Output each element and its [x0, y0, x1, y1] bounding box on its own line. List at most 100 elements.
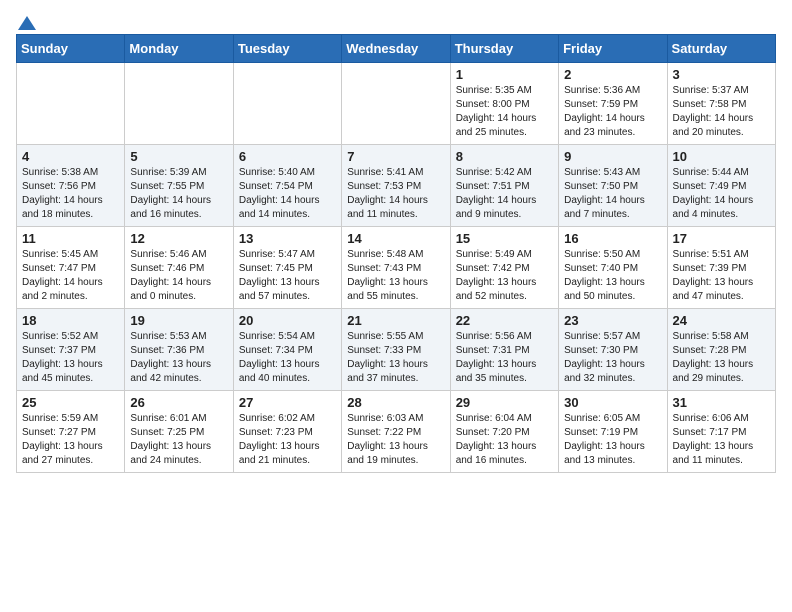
cell-text: Sunrise: 5:56 AM [456, 330, 553, 344]
cell-text: Daylight: 13 hours [673, 358, 770, 372]
day-number: 10 [673, 149, 770, 164]
cell-text: Sunset: 7:51 PM [456, 180, 553, 194]
cell-text: Sunrise: 5:35 AM [456, 84, 553, 98]
calendar-cell: 22Sunrise: 5:56 AMSunset: 7:31 PMDayligh… [450, 309, 558, 391]
day-number: 25 [22, 395, 119, 410]
cell-text: Daylight: 14 hours [239, 194, 336, 208]
cell-text: and 20 minutes. [673, 126, 770, 140]
logo-icon [18, 16, 36, 30]
calendar-cell: 30Sunrise: 6:05 AMSunset: 7:19 PMDayligh… [559, 391, 667, 473]
calendar-cell: 21Sunrise: 5:55 AMSunset: 7:33 PMDayligh… [342, 309, 450, 391]
calendar-week-row: 4Sunrise: 5:38 AMSunset: 7:56 PMDaylight… [17, 145, 776, 227]
cell-text: Sunrise: 5:49 AM [456, 248, 553, 262]
cell-text: Daylight: 13 hours [456, 276, 553, 290]
cell-text: and 55 minutes. [347, 290, 444, 304]
calendar-week-row: 11Sunrise: 5:45 AMSunset: 7:47 PMDayligh… [17, 227, 776, 309]
cell-text: Sunset: 7:49 PM [673, 180, 770, 194]
calendar-cell: 10Sunrise: 5:44 AMSunset: 7:49 PMDayligh… [667, 145, 775, 227]
day-number: 5 [130, 149, 227, 164]
cell-text: Sunset: 7:50 PM [564, 180, 661, 194]
cell-text: Sunset: 7:20 PM [456, 426, 553, 440]
cell-text: and 47 minutes. [673, 290, 770, 304]
cell-text: Sunset: 7:53 PM [347, 180, 444, 194]
day-number: 4 [22, 149, 119, 164]
cell-text: Sunset: 7:40 PM [564, 262, 661, 276]
day-number: 9 [564, 149, 661, 164]
cell-text: and 50 minutes. [564, 290, 661, 304]
cell-text: Daylight: 14 hours [22, 194, 119, 208]
cell-text: Sunset: 7:56 PM [22, 180, 119, 194]
cell-text: Daylight: 14 hours [564, 194, 661, 208]
day-number: 8 [456, 149, 553, 164]
day-number: 2 [564, 67, 661, 82]
day-number: 29 [456, 395, 553, 410]
calendar-cell: 24Sunrise: 5:58 AMSunset: 7:28 PMDayligh… [667, 309, 775, 391]
cell-text: and 40 minutes. [239, 372, 336, 386]
cell-text: Sunrise: 5:38 AM [22, 166, 119, 180]
cell-text: Sunrise: 6:04 AM [456, 412, 553, 426]
cell-text: Daylight: 13 hours [456, 440, 553, 454]
weekday-header: Wednesday [342, 35, 450, 63]
cell-text: Sunrise: 5:36 AM [564, 84, 661, 98]
weekday-header: Saturday [667, 35, 775, 63]
cell-text: and 37 minutes. [347, 372, 444, 386]
day-number: 21 [347, 313, 444, 328]
cell-text: Sunset: 7:19 PM [564, 426, 661, 440]
cell-text: and 32 minutes. [564, 372, 661, 386]
day-number: 18 [22, 313, 119, 328]
day-number: 15 [456, 231, 553, 246]
calendar-cell [125, 63, 233, 145]
cell-text: Sunrise: 5:48 AM [347, 248, 444, 262]
calendar-week-row: 25Sunrise: 5:59 AMSunset: 7:27 PMDayligh… [17, 391, 776, 473]
cell-text: and 24 minutes. [130, 454, 227, 468]
cell-text: Sunrise: 5:59 AM [22, 412, 119, 426]
cell-text: and 13 minutes. [564, 454, 661, 468]
calendar-cell: 13Sunrise: 5:47 AMSunset: 7:45 PMDayligh… [233, 227, 341, 309]
calendar-cell: 16Sunrise: 5:50 AMSunset: 7:40 PMDayligh… [559, 227, 667, 309]
cell-text: Sunrise: 6:06 AM [673, 412, 770, 426]
day-number: 17 [673, 231, 770, 246]
calendar-cell: 1Sunrise: 5:35 AMSunset: 8:00 PMDaylight… [450, 63, 558, 145]
cell-text: and 2 minutes. [22, 290, 119, 304]
cell-text: Daylight: 14 hours [130, 276, 227, 290]
calendar-cell: 25 Sunrise: 5:59 AMSunset: 7:27 PMDayligh… [17, 391, 125, 473]
cell-text: Sunset: 7:58 PM [673, 98, 770, 112]
cell-text: Daylight: 14 hours [673, 194, 770, 208]
calendar-cell [342, 63, 450, 145]
cell-text: Daylight: 13 hours [239, 440, 336, 454]
calendar-cell: 9Sunrise: 5:43 AMSunset: 7:50 PMDaylight… [559, 145, 667, 227]
cell-text: Daylight: 13 hours [22, 440, 119, 454]
cell-text: and 7 minutes. [564, 208, 661, 222]
day-number: 11 [22, 231, 119, 246]
cell-text: Sunrise: 5:39 AM [130, 166, 227, 180]
cell-text: Daylight: 14 hours [564, 112, 661, 126]
day-number: 23 [564, 313, 661, 328]
cell-text: Sunset: 7:34 PM [239, 344, 336, 358]
cell-text: Sunrise: 5:46 AM [130, 248, 227, 262]
cell-text: and 27 minutes. [22, 454, 119, 468]
day-number: 27 [239, 395, 336, 410]
cell-text: Sunset: 7:25 PM [130, 426, 227, 440]
cell-text: Sunset: 7:46 PM [130, 262, 227, 276]
cell-text: and 19 minutes. [347, 454, 444, 468]
cell-text: Sunset: 7:31 PM [456, 344, 553, 358]
weekday-header: Monday [125, 35, 233, 63]
calendar-cell: 31Sunrise: 6:06 AMSunset: 7:17 PMDayligh… [667, 391, 775, 473]
cell-text: Sunrise: 5:54 AM [239, 330, 336, 344]
cell-text: Sunset: 7:27 PM [22, 426, 119, 440]
cell-text: Sunrise: 5:50 AM [564, 248, 661, 262]
calendar-cell: 4 Sunrise: 5:38 AMSunset: 7:56 PMDaylight… [17, 145, 125, 227]
cell-text: Sunrise: 5:53 AM [130, 330, 227, 344]
cell-text: Daylight: 13 hours [22, 358, 119, 372]
cell-text: and 23 minutes. [564, 126, 661, 140]
day-number: 14 [347, 231, 444, 246]
cell-text: Daylight: 13 hours [347, 358, 444, 372]
cell-text: Sunset: 7:36 PM [130, 344, 227, 358]
day-number: 13 [239, 231, 336, 246]
cell-text: Sunset: 7:23 PM [239, 426, 336, 440]
day-number: 3 [673, 67, 770, 82]
cell-text: Daylight: 14 hours [456, 112, 553, 126]
calendar-cell: 17Sunrise: 5:51 AMSunset: 7:39 PMDayligh… [667, 227, 775, 309]
logo [16, 16, 36, 26]
calendar-cell: 15Sunrise: 5:49 AMSunset: 7:42 PMDayligh… [450, 227, 558, 309]
